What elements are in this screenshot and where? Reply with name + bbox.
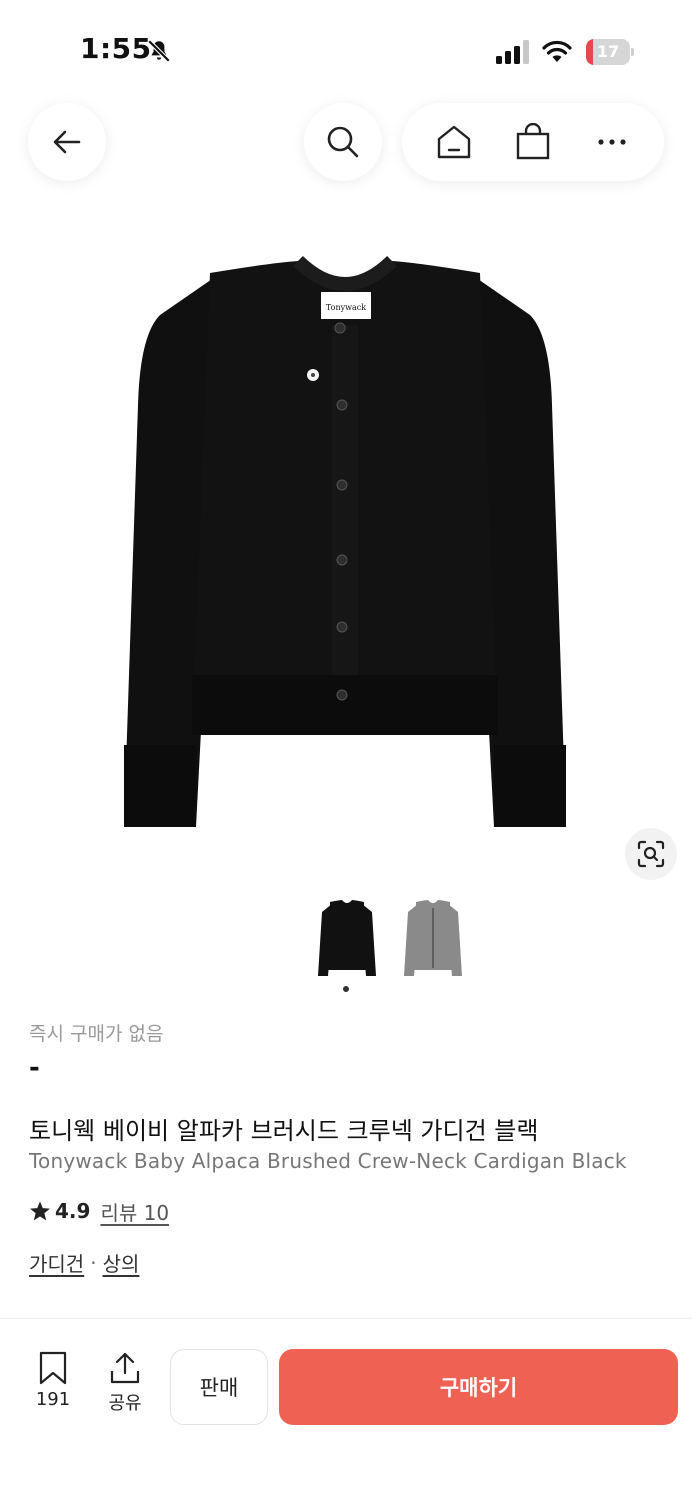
product-image[interactable]: Tonywack (110, 255, 580, 845)
product-title-english: Tonywack Baby Alpaca Brushed Crew-Neck C… (29, 1149, 627, 1173)
home-button[interactable] (434, 122, 474, 162)
thumbnail-black[interactable] (316, 898, 378, 980)
signal-icon (496, 40, 529, 64)
rating-row: 4.9 리뷰 10 (29, 1196, 169, 1226)
visual-search-icon (637, 840, 665, 868)
search-icon (327, 126, 359, 158)
shopping-bag-icon (516, 123, 550, 160)
back-arrow-icon (53, 130, 81, 154)
bookmark-button[interactable]: 191 (28, 1351, 78, 1417)
more-button[interactable] (592, 122, 632, 162)
share-button[interactable]: 공유 (100, 1351, 150, 1417)
more-icon (598, 139, 626, 145)
carousel-indicator (343, 986, 349, 992)
divider (0, 1318, 692, 1319)
rating-value: 4.9 (55, 1199, 91, 1223)
search-button[interactable] (304, 103, 382, 181)
instant-purchase-label: 즉시 구매가 없음 (29, 1023, 164, 1045)
bell-off-icon (147, 39, 171, 63)
category-link-tops[interactable]: 상의 (103, 1248, 140, 1277)
review-count-link[interactable]: 리뷰 10 (100, 1197, 169, 1226)
bookmark-count: 191 (35, 1389, 71, 1410)
price: - (29, 1053, 40, 1083)
category-separator: · (90, 1250, 97, 1275)
brand-tag-text: Tonywack (326, 303, 366, 312)
status-bar: 1:55 17 (0, 0, 692, 100)
back-button[interactable] (28, 103, 106, 181)
share-label: 공유 (108, 1393, 142, 1414)
star-icon (30, 1201, 50, 1221)
status-time: 1:55 (80, 32, 152, 65)
thumbnail-strip (316, 898, 476, 982)
visual-search-button[interactable] (625, 828, 677, 880)
bottom-action-bar: 191 공유 판매 구매하기 (0, 1333, 692, 1443)
battery-indicator: 17 (586, 39, 634, 65)
battery-percent: 17 (596, 42, 620, 61)
product-title-korean: 토니웩 베이비 알파카 브러시드 크루넥 가디건 블랙 (29, 1117, 539, 1145)
thumbnail-gray[interactable] (402, 898, 464, 980)
share-icon (110, 1352, 140, 1384)
nav-action-group (402, 103, 664, 181)
cart-button[interactable] (513, 122, 553, 162)
category-link-cardigan[interactable]: 가디건 (29, 1248, 84, 1277)
home-icon (437, 125, 470, 159)
buy-button[interactable]: 구매하기 (279, 1349, 678, 1425)
wifi-icon (542, 40, 572, 62)
bookmark-icon (39, 1351, 67, 1385)
category-breadcrumb: 가디건 · 상의 (29, 1248, 139, 1277)
sell-button[interactable]: 판매 (170, 1349, 268, 1425)
